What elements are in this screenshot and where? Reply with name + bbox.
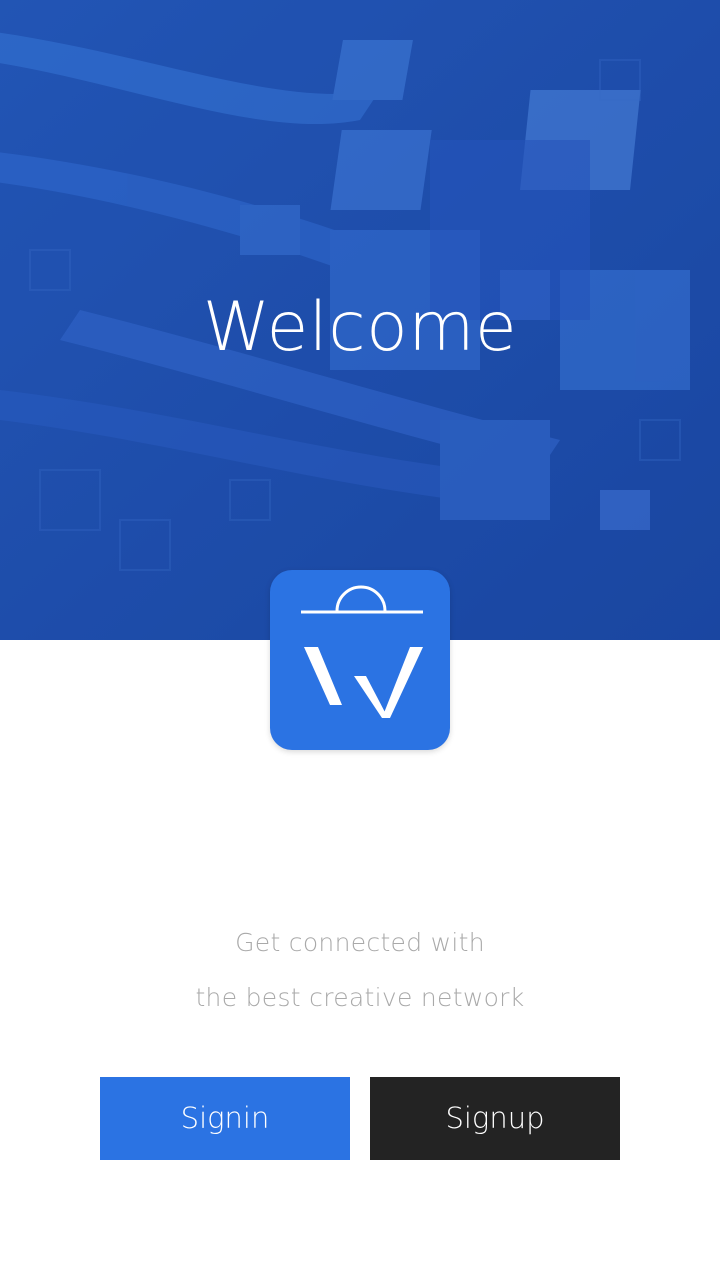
signin-button[interactable]: Signin <box>100 1077 350 1160</box>
signup-button[interactable]: Signup <box>370 1077 620 1160</box>
app-logo <box>270 570 450 750</box>
welcome-screen: Welcome Get connected with the best crea… <box>0 0 720 1280</box>
hero-banner: Welcome <box>0 0 720 640</box>
shopping-bag-w-logo-icon <box>301 585 423 718</box>
tagline-line-2: the best creative network <box>195 983 525 1012</box>
tagline-line-1: Get connected with <box>235 928 485 957</box>
welcome-title: Welcome <box>202 288 518 367</box>
